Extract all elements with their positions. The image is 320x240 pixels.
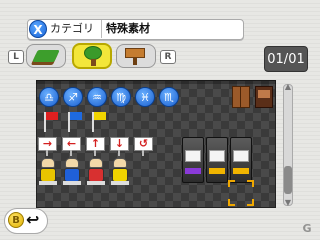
figure-head [65,158,79,168]
b-button-badge: B [8,212,24,228]
scroll-down-icon[interactable]: ▼ [283,198,293,208]
zodiac-virgo-icon[interactable]: ♍ [111,87,131,107]
arrow-sign-uturn[interactable]: ↺ [134,137,153,151]
grid-shade [36,80,276,84]
selection-cursor [228,180,254,206]
zodiac-sagittarius-icon[interactable]: ♐ [63,87,83,107]
figure-red[interactable] [88,168,104,182]
arrow-sign-left[interactable]: ← [62,137,81,151]
figure-gold[interactable] [112,168,128,182]
arrow-sign-post [118,150,120,156]
cursor-corner [228,180,235,187]
figure-base [111,181,129,185]
arrow-sign-right[interactable]: → [38,137,57,151]
arrow-sign-post [46,150,48,156]
arrow-sign-down[interactable]: ↓ [110,137,129,151]
figure-base [39,181,57,185]
scrollbar-thumb[interactable] [284,166,292,194]
wardrobe-door-line [240,87,241,107]
back-arrow-icon: ↩ [26,210,40,229]
wardrobe-item[interactable] [232,86,250,108]
category-value: 特殊素材 [106,22,150,35]
arrow-sign-post [142,150,144,156]
page-counter: 01/01 [264,46,308,72]
category-label: カテゴリ [50,22,94,35]
arrow-sign-post [94,150,96,156]
slot-machine-panel [209,168,225,174]
tree-trunk [91,59,96,66]
figure-head [113,158,127,168]
slot-machine-reels [209,150,225,162]
yellow-flag-icon[interactable] [94,112,106,120]
category-divider [101,20,102,38]
r-shoulder-button[interactable]: R [160,50,176,64]
tree-icon [84,46,102,60]
cursor-corner [228,199,235,206]
slot-machine-panel [233,168,249,174]
scroll-up-icon[interactable]: ▲ [283,82,293,92]
cursor-corner [247,199,254,206]
figure-base [87,181,105,185]
figure-yellow[interactable] [40,168,56,182]
cursor-corner [247,180,254,187]
blue-flag-icon[interactable] [70,112,82,120]
arrow-sign-post [70,150,72,156]
red-flag-icon[interactable] [46,112,58,120]
slot-machine-reels [185,150,201,162]
slot-machine-reels [233,150,249,162]
signpost-post [133,57,137,65]
slot-machine-panel [185,168,201,174]
category-x-button[interactable]: X [29,20,47,38]
watermark-logo: G [302,222,312,235]
figure-head [89,158,103,168]
l-shoulder-button[interactable]: L [8,50,24,64]
zodiac-aquarius-icon[interactable]: ♒ [87,87,107,107]
zodiac-pisces-icon[interactable]: ♓ [135,87,155,107]
arrow-sign-up[interactable]: ↑ [86,137,105,151]
figure-base [63,181,81,185]
zodiac-scorpio-icon[interactable]: ♏ [159,87,179,107]
zodiac-libra-icon[interactable]: ♎ [39,87,59,107]
figure-blue[interactable] [64,168,80,182]
figure-head [41,158,55,168]
dresser-panel [258,90,270,98]
